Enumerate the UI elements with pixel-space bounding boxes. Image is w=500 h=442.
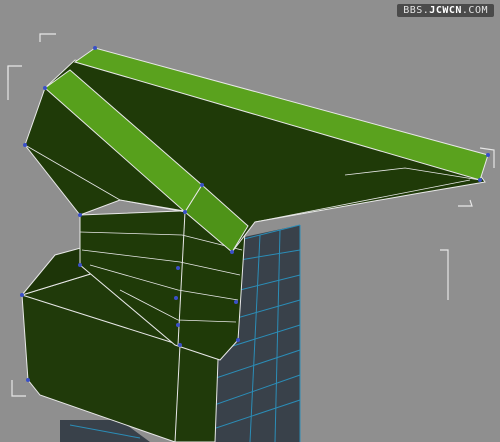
watermark-brand: JCWCN [429, 5, 462, 16]
3d-viewport[interactable]: BBS.JCWCN.COM [0, 0, 500, 442]
scene-canvas[interactable] [0, 0, 500, 442]
watermark-suffix: .COM [461, 5, 488, 16]
site-watermark: BBS.JCWCN.COM [397, 4, 494, 17]
watermark-prefix: BBS. [403, 5, 430, 16]
